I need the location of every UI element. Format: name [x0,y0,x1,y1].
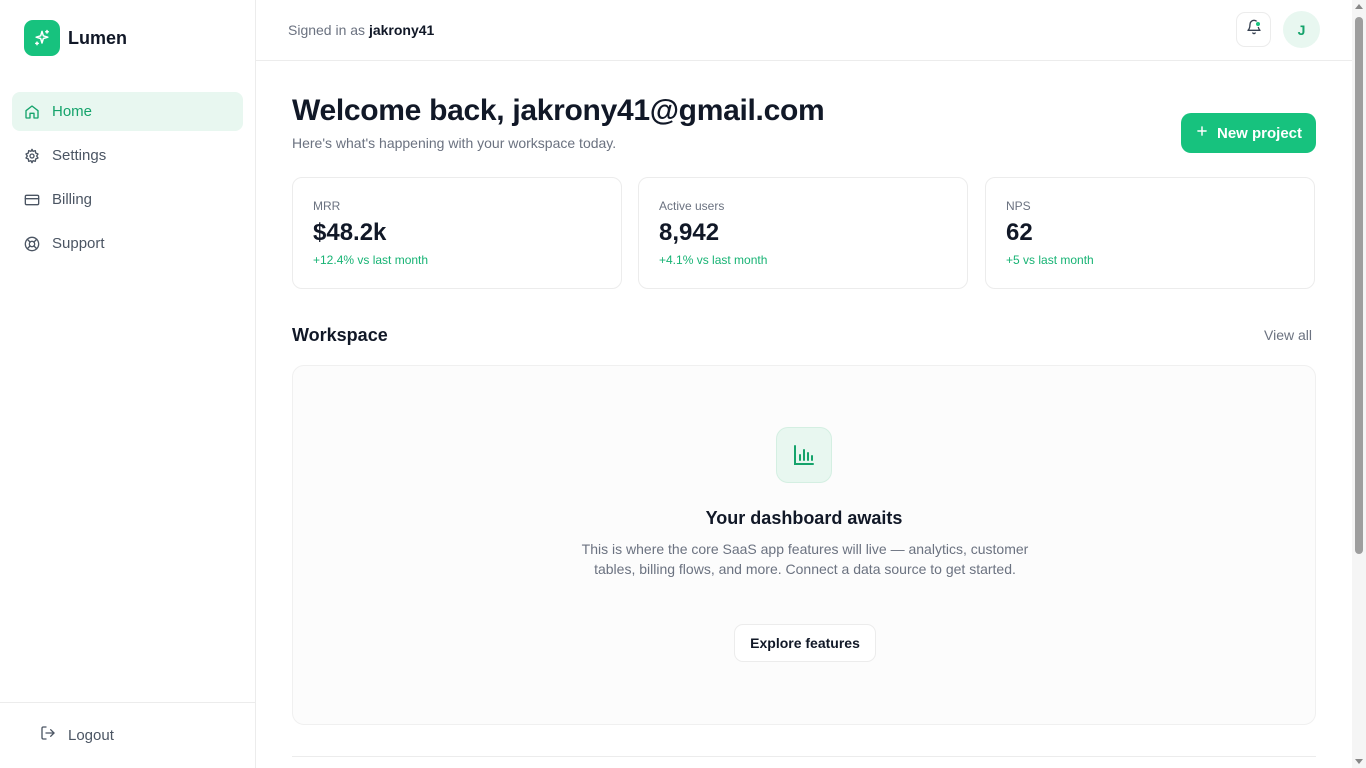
logout-icon [40,725,56,745]
divider [292,756,1316,757]
stat-delta: +4.1% vs last month [659,253,768,267]
sidebar-item-home[interactable]: Home [12,92,243,131]
sidebar-item-label: Billing [52,191,93,208]
sidebar-item-support[interactable]: Support [12,224,243,263]
sidebar-item-label: Support [52,235,105,252]
sidebar-item-label: Settings [52,147,107,164]
new-project-label: New project [1216,124,1303,142]
home-icon [24,104,40,120]
stat-label: NPS [1006,199,1031,213]
stat-delta: +12.4% vs last month [313,253,429,267]
stat-value: $48.2k [313,219,387,246]
page-subtitle: Here's what's happening with your worksp… [292,135,617,151]
scrollbar[interactable] [1352,0,1366,768]
workspace-empty-state: Your dashboard awaits This is where the … [292,365,1316,725]
stat-value: 62 [1006,219,1033,246]
avatar[interactable]: J [1283,11,1320,48]
notifications-button[interactable] [1236,12,1271,47]
sparkles-icon [24,20,60,56]
sidebar-nav: Home Settings Billing Support [12,92,243,268]
brand-name: Lumen [68,27,128,48]
scrollbar-thumb[interactable] [1355,17,1363,554]
logout-label: Logout [68,726,114,744]
signed-in-prefix: Signed in as [288,22,366,38]
new-project-button[interactable]: New project [1181,113,1316,153]
stat-card-active-users: Active users 8,942 +4.1% vs last month [638,177,968,289]
stat-card-mrr: MRR $48.2k +12.4% vs last month [292,177,622,289]
signed-in-text: Signed in as jakrony41 [288,22,434,38]
bar-chart-icon [776,427,832,483]
main-content: Welcome back, jakrony41@gmail.com Here's… [256,61,1352,768]
brand[interactable]: Lumen [24,20,127,56]
stats-row: MRR $48.2k +12.4% vs last month Active u… [292,177,1316,289]
empty-state-title: Your dashboard awaits [705,508,903,528]
empty-state-text: This is where the core SaaS app features… [581,541,1029,577]
lifebuoy-icon [24,236,40,252]
view-all-link[interactable]: View all [1264,327,1312,343]
sidebar-item-billing[interactable]: Billing [12,180,243,219]
stat-value: 8,942 [659,219,720,246]
credit-card-icon [24,192,40,208]
scroll-down-arrow-icon[interactable] [1355,759,1363,764]
notification-dot [1255,21,1261,27]
stat-delta: +5 vs last month [1006,253,1094,267]
plus-icon [1195,124,1209,142]
logout-button[interactable]: Logout [40,725,114,745]
explore-features-button[interactable]: Explore features [734,624,876,662]
stat-label: MRR [313,199,341,213]
topbar: Signed in as jakrony41 J [256,0,1352,61]
sidebar-item-settings[interactable]: Settings [12,136,243,175]
sidebar-item-label: Home [52,103,93,120]
stat-label: Active users [659,199,725,213]
sidebar-footer: Logout [0,702,255,768]
stat-card-nps: NPS 62 +5 vs last month [985,177,1315,289]
signed-in-username: jakrony41 [368,22,435,38]
scroll-up-arrow-icon[interactable] [1355,4,1363,9]
page-title: Welcome back, jakrony41@gmail.com [292,94,825,127]
workspace-title: Workspace [292,325,388,345]
sidebar: Lumen Home Settings Billing Support Logo… [0,0,256,768]
gear-icon [24,148,40,164]
